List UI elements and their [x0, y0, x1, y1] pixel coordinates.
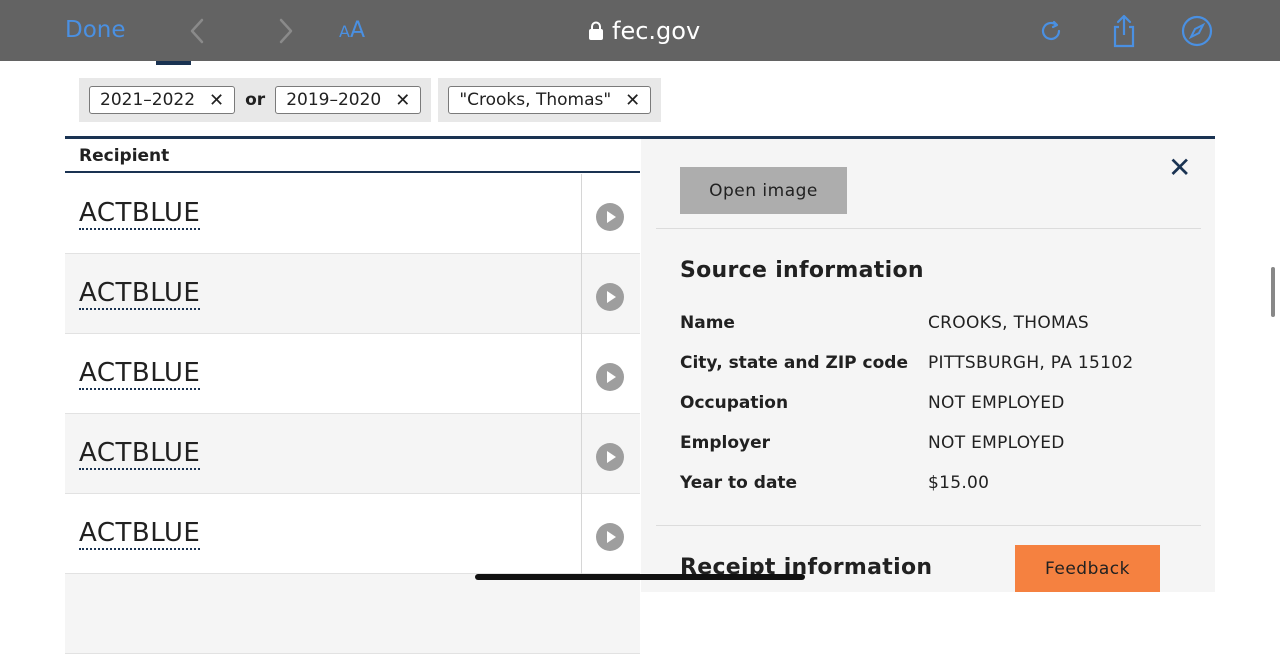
active-tab-indicator	[156, 61, 191, 65]
share-icon[interactable]	[1107, 14, 1141, 48]
column-divider	[581, 334, 582, 414]
filter-tag[interactable]: 2021–2022 ✕	[89, 86, 236, 114]
filter-tag[interactable]: 2019–2020 ✕	[275, 86, 422, 114]
browser-toolbar: Done AA fec.gov	[0, 0, 1280, 61]
feedback-button[interactable]: Feedback	[1015, 545, 1160, 592]
play-icon[interactable]	[596, 283, 624, 311]
filter-tag-label: "Crooks, Thomas"	[459, 90, 612, 110]
filter-tag-label: 2021–2022	[100, 90, 196, 110]
recipient-link[interactable]: ACTBLUE	[79, 438, 201, 470]
source-information-title: Source information	[680, 258, 924, 283]
open-image-button[interactable]: Open image	[680, 167, 847, 214]
scrollbar[interactable]	[1271, 267, 1275, 317]
field-label-employer: Employer	[680, 433, 770, 453]
play-icon[interactable]	[596, 203, 624, 231]
play-icon[interactable]	[596, 443, 624, 471]
table-row[interactable]: ACTBLUE	[65, 334, 640, 414]
field-value-name: CROOKS, THOMAS	[928, 313, 1090, 333]
recipient-link[interactable]: ACTBLUE	[79, 518, 201, 550]
compass-icon[interactable]	[1180, 14, 1214, 48]
text-size-button[interactable]: AA	[339, 18, 365, 43]
close-icon[interactable]: ✕	[1168, 151, 1191, 184]
divider	[656, 228, 1201, 229]
filter-tags: 2021–2022 ✕ or 2019–2020 ✕ "Crooks, Thom…	[79, 78, 662, 122]
recipient-column-header[interactable]: Recipient	[65, 139, 640, 173]
forward-chevron-icon[interactable]	[275, 16, 297, 46]
column-divider	[581, 494, 582, 574]
detail-panel: Open image ✕ Source information Name CRO…	[641, 139, 1215, 592]
column-divider	[581, 174, 582, 254]
back-chevron-icon[interactable]	[186, 16, 208, 46]
table-row[interactable]: ACTBLUE	[65, 494, 640, 574]
recipient-link[interactable]: ACTBLUE	[79, 198, 201, 230]
field-value-location: PITTSBURGH, PA 15102	[928, 353, 1134, 373]
home-indicator[interactable]	[475, 574, 805, 580]
field-label-name: Name	[680, 313, 735, 333]
divider	[656, 525, 1201, 526]
url-text: fec.gov	[612, 17, 701, 45]
field-label-occupation: Occupation	[680, 393, 789, 413]
filter-tag[interactable]: "Crooks, Thomas" ✕	[448, 86, 652, 114]
remove-icon[interactable]: ✕	[209, 90, 224, 111]
field-label-year-to-date: Year to date	[680, 473, 798, 493]
table-row[interactable]: ACTBLUE	[65, 174, 640, 254]
table-row	[65, 574, 640, 654]
remove-icon[interactable]: ✕	[395, 90, 410, 111]
column-divider	[581, 254, 582, 334]
field-label-location: City, state and ZIP code	[680, 353, 909, 373]
field-value-year-to-date: $15.00	[928, 473, 990, 493]
reload-icon[interactable]	[1034, 14, 1068, 48]
text-size-big: A	[349, 18, 366, 43]
filter-tag-label: 2019–2020	[286, 90, 382, 110]
filter-group-period: 2021–2022 ✕ or 2019–2020 ✕	[79, 78, 432, 122]
play-icon[interactable]	[596, 523, 624, 551]
lock-icon	[589, 21, 603, 40]
filter-group-contributor: "Crooks, Thomas" ✕	[438, 78, 662, 122]
field-value-occupation: NOT EMPLOYED	[928, 393, 1065, 413]
or-label: or	[245, 90, 266, 110]
column-header-label: Recipient	[79, 146, 170, 166]
results-table: ACTBLUE ACTBLUE ACTBLUE ACTBLUE ACTBLUE	[65, 174, 640, 654]
column-divider	[581, 414, 582, 494]
remove-icon[interactable]: ✕	[625, 90, 640, 111]
text-size-small: A	[339, 22, 350, 41]
done-button[interactable]: Done	[65, 17, 126, 43]
address-bar[interactable]: fec.gov	[588, 17, 700, 45]
table-row[interactable]: ACTBLUE	[65, 414, 640, 494]
field-value-employer: NOT EMPLOYED	[928, 433, 1065, 453]
play-icon[interactable]	[596, 363, 624, 391]
table-row[interactable]: ACTBLUE	[65, 254, 640, 334]
recipient-link[interactable]: ACTBLUE	[79, 278, 201, 310]
recipient-link[interactable]: ACTBLUE	[79, 358, 201, 390]
